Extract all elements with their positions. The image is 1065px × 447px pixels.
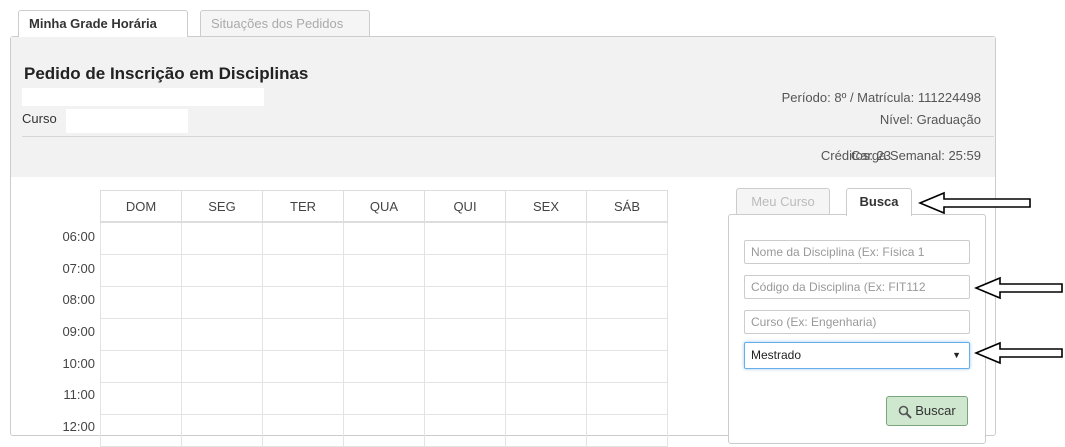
schedule-row bbox=[100, 414, 668, 447]
time-column: 06:00 07:00 08:00 09:00 10:00 11:00 12:0… bbox=[40, 220, 95, 442]
schedule-cell[interactable] bbox=[100, 254, 182, 287]
schedule-cell[interactable] bbox=[343, 222, 425, 255]
schedule-cell[interactable] bbox=[262, 254, 344, 287]
schedule-cell[interactable] bbox=[181, 254, 263, 287]
schedule-row bbox=[100, 254, 668, 287]
annotation-arrow-icon bbox=[974, 276, 1063, 300]
schedule-cell[interactable] bbox=[343, 350, 425, 383]
schedule-cell[interactable] bbox=[586, 254, 668, 287]
day-header: TER bbox=[262, 190, 344, 223]
search-icon bbox=[898, 405, 912, 419]
schedule-cell[interactable] bbox=[343, 286, 425, 319]
schedule-cell[interactable] bbox=[181, 382, 263, 415]
schedule-cell[interactable] bbox=[586, 222, 668, 255]
time-label: 10:00 bbox=[62, 355, 95, 371]
schedule-cell[interactable] bbox=[505, 350, 587, 383]
tab-meu-curso[interactable]: Meu Curso bbox=[736, 188, 830, 215]
schedule-row bbox=[100, 350, 668, 383]
schedule-cell[interactable] bbox=[505, 414, 587, 447]
schedule-row bbox=[100, 286, 668, 319]
schedule-cell[interactable] bbox=[586, 350, 668, 383]
schedule-cell[interactable] bbox=[100, 222, 182, 255]
schedule-cell[interactable] bbox=[505, 222, 587, 255]
buscar-label: Buscar bbox=[915, 403, 956, 418]
carga-semanal: Carga Semanal: 25:59 bbox=[850, 148, 981, 163]
schedule-cell[interactable] bbox=[505, 318, 587, 351]
schedule-cell[interactable] bbox=[262, 382, 344, 415]
schedule-cell[interactable] bbox=[586, 318, 668, 351]
nivel: Nível: Graduação bbox=[879, 112, 981, 127]
annotation-arrow-icon bbox=[974, 341, 1063, 365]
nivel-select[interactable]: Mestrado ▼ bbox=[744, 342, 970, 369]
schedule-row bbox=[100, 318, 668, 351]
curso-label: Curso bbox=[22, 111, 57, 126]
schedule-cell[interactable] bbox=[100, 286, 182, 319]
annotation-arrow-icon bbox=[918, 191, 1031, 215]
tab-busca[interactable]: Busca bbox=[846, 188, 912, 216]
day-header: DOM bbox=[100, 190, 182, 223]
schedule-cell[interactable] bbox=[343, 382, 425, 415]
schedule-cell[interactable] bbox=[100, 414, 182, 447]
schedule-cell[interactable] bbox=[181, 414, 263, 447]
periodo-matricula: Período: 8º / Matrícula: 111224498 bbox=[781, 90, 981, 105]
tab-minha-grade-horaria[interactable]: Minha Grade Horária bbox=[18, 10, 188, 37]
curso-input[interactable]: Curso (Ex: Engenharia) bbox=[744, 310, 970, 334]
schedule-cell[interactable] bbox=[181, 222, 263, 255]
schedule-cell[interactable] bbox=[262, 350, 344, 383]
day-header: SEG bbox=[181, 190, 263, 223]
schedule-cell[interactable] bbox=[586, 382, 668, 415]
schedule-cell[interactable] bbox=[505, 286, 587, 319]
time-label: 06:00 bbox=[62, 229, 95, 244]
schedule-row bbox=[100, 382, 668, 415]
schedule-cell[interactable] bbox=[262, 286, 344, 319]
schedule-cell[interactable] bbox=[262, 222, 344, 255]
student-name-redacted bbox=[22, 88, 264, 106]
day-header: SÁB bbox=[586, 190, 668, 223]
schedule-cell[interactable] bbox=[181, 350, 263, 383]
time-label: 12:00 bbox=[62, 419, 95, 435]
schedule-cell[interactable] bbox=[100, 350, 182, 383]
schedule-cell[interactable] bbox=[505, 254, 587, 287]
schedule-cell[interactable] bbox=[343, 318, 425, 351]
schedule-body bbox=[100, 222, 668, 447]
schedule-cell[interactable] bbox=[424, 350, 506, 383]
nome-disciplina-input[interactable]: Nome da Disciplina (Ex: Física 1 bbox=[744, 240, 970, 264]
schedule-cell[interactable] bbox=[424, 382, 506, 415]
schedule-cell[interactable] bbox=[424, 414, 506, 447]
schedule-cell[interactable] bbox=[424, 318, 506, 351]
time-label: 07:00 bbox=[62, 260, 95, 276]
curso-value-redacted bbox=[66, 109, 188, 133]
header-divider bbox=[22, 136, 994, 137]
schedule-cell[interactable] bbox=[586, 286, 668, 319]
buscar-button[interactable]: Buscar bbox=[886, 396, 968, 426]
schedule-grid: DOM SEG TER QUA QUI SEX SÁB bbox=[100, 190, 668, 447]
day-header: QUI bbox=[424, 190, 506, 223]
dropdown-arrow-icon: ▼ bbox=[952, 350, 961, 360]
time-label: 09:00 bbox=[62, 324, 95, 340]
schedule-row bbox=[100, 222, 668, 255]
page-title: Pedido de Inscrição em Disciplinas bbox=[24, 64, 309, 83]
schedule-cell[interactable] bbox=[181, 318, 263, 351]
nivel-select-value: Mestrado bbox=[751, 348, 802, 362]
schedule-cell[interactable] bbox=[424, 254, 506, 287]
schedule-cell[interactable] bbox=[424, 222, 506, 255]
tab-situacoes-dos-pedidos[interactable]: Situações dos Pedidos bbox=[200, 10, 370, 36]
schedule-cell[interactable] bbox=[586, 414, 668, 447]
schedule-cell[interactable] bbox=[505, 382, 587, 415]
schedule-cell[interactable] bbox=[181, 286, 263, 319]
schedule-cell[interactable] bbox=[100, 382, 182, 415]
schedule-cell[interactable] bbox=[262, 414, 344, 447]
codigo-disciplina-input[interactable]: Código da Disciplina (Ex: FIT112 bbox=[744, 275, 970, 299]
schedule-cell[interactable] bbox=[343, 414, 425, 447]
schedule-cell[interactable] bbox=[343, 254, 425, 287]
schedule-cell[interactable] bbox=[424, 286, 506, 319]
time-label: 08:00 bbox=[62, 292, 95, 308]
time-label: 11:00 bbox=[63, 387, 95, 403]
schedule-cell[interactable] bbox=[262, 318, 344, 351]
day-header: SEX bbox=[505, 190, 587, 223]
day-header: QUA bbox=[343, 190, 425, 223]
schedule-cell[interactable] bbox=[100, 318, 182, 351]
